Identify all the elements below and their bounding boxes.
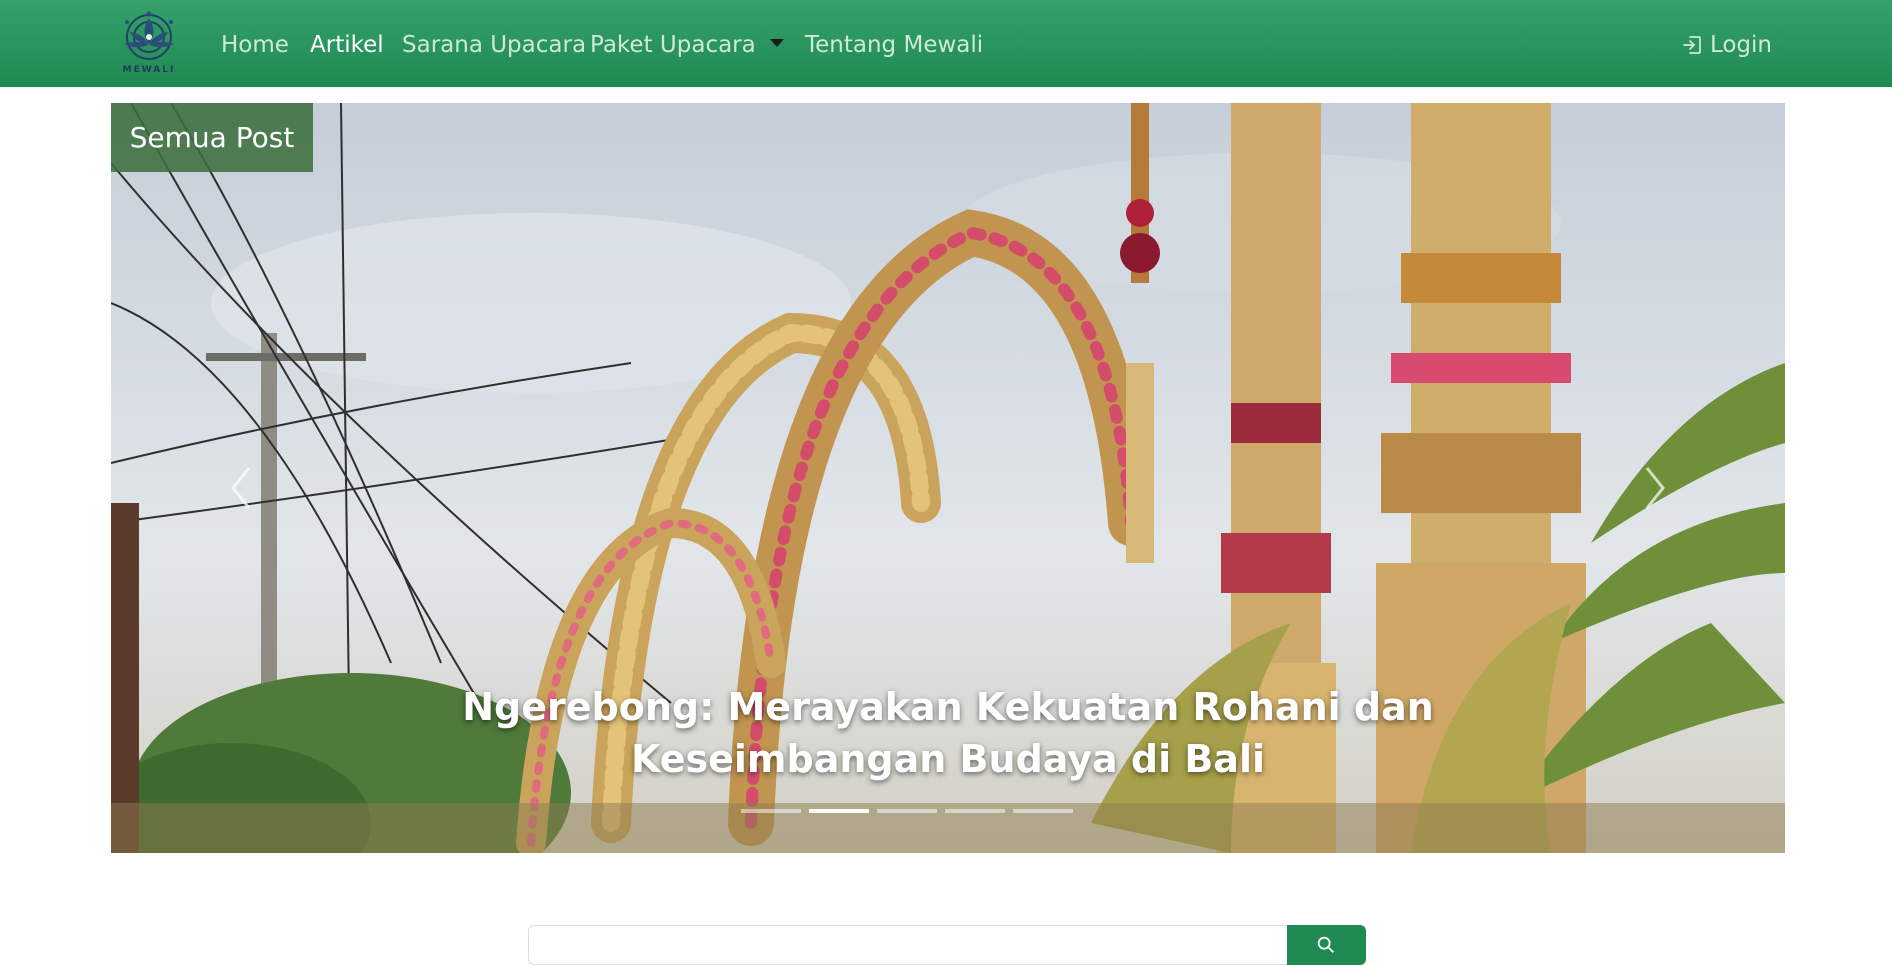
carousel-indicator[interactable]	[809, 809, 869, 813]
all-posts-badge[interactable]: Semua Post	[111, 103, 313, 172]
carousel-indicator[interactable]	[877, 809, 937, 813]
search-button[interactable]	[1287, 925, 1366, 965]
brand-name: MEWALI	[122, 65, 176, 75]
caret-down-icon	[769, 38, 784, 47]
brand-logo[interactable]: MEWALI	[110, 10, 188, 76]
sign-in-icon	[1683, 36, 1701, 54]
login-label: Login	[1709, 32, 1772, 58]
nav-tentang-mewali[interactable]: Tentang Mewali	[805, 30, 983, 60]
nav-paket-upacara[interactable]: Paket Upacara	[590, 30, 784, 60]
nav-sarana-upacara[interactable]: Sarana Upacara	[402, 30, 586, 60]
lotus-mandala-icon	[124, 11, 174, 60]
search-input[interactable]	[528, 925, 1288, 965]
nav-home[interactable]: Home	[221, 30, 289, 60]
carousel-indicator[interactable]	[1013, 809, 1073, 813]
featured-carousel: Semua Post Ngerebong: Merayakan Kekuatan…	[111, 103, 1785, 853]
carousel-indicator[interactable]	[945, 809, 1005, 813]
chevron-right-icon	[1645, 467, 1665, 509]
nav-paket-upacara-label: Paket Upacara	[590, 32, 756, 58]
carousel-indicator[interactable]	[741, 809, 801, 813]
top-navbar: MEWALI Home Artikel Sarana Upacara Paket…	[0, 0, 1892, 87]
login-link[interactable]: Login	[1680, 30, 1772, 60]
nav-artikel[interactable]: Artikel	[310, 30, 384, 60]
carousel-prev-button[interactable]	[221, 458, 261, 518]
chevron-left-icon	[231, 467, 251, 509]
carousel-indicators	[741, 809, 1073, 813]
carousel-caption[interactable]: Ngerebong: Merayakan Kekuatan Rohani dan…	[351, 681, 1545, 785]
carousel-next-button[interactable]	[1635, 458, 1675, 518]
search-icon	[1317, 936, 1334, 953]
